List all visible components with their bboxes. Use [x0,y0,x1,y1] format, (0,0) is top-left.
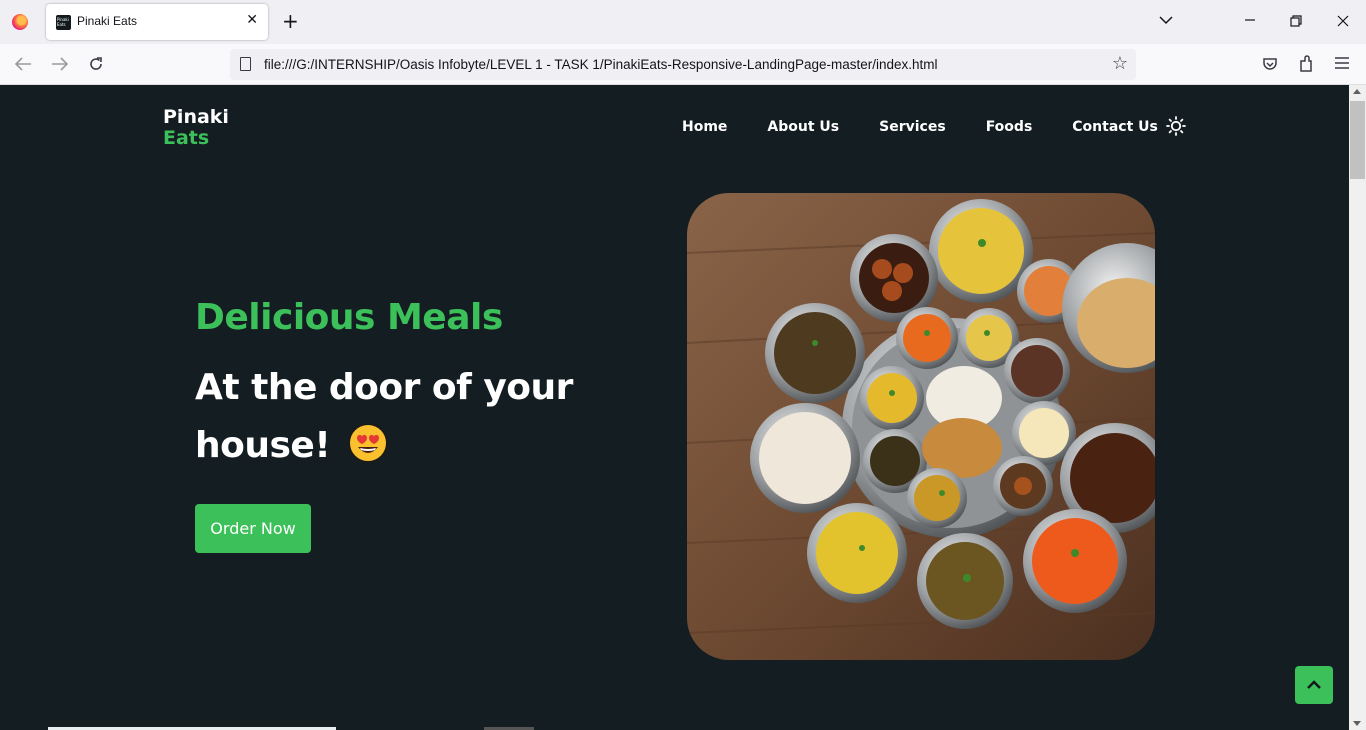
app-menu-icon[interactable] [1335,57,1349,69]
sun-icon[interactable] [1166,116,1186,136]
list-all-tabs-icon[interactable] [1158,12,1174,28]
close-tab-icon[interactable]: ✕ [246,12,258,28]
forward-arrow-icon[interactable] [51,56,69,72]
new-tab-button[interactable]: + [282,9,299,33]
url-bar[interactable]: file:///G:/INTERNSHIP/Oasis Infobyte/LEV… [230,49,1136,80]
nav-home[interactable]: Home [682,119,727,135]
logo-line-2: Eats [163,127,210,149]
page-icon [240,57,251,71]
restore-window-button[interactable] [1290,15,1302,27]
browser-nav-bar: file:///G:/INTERNSHIP/Oasis Infobyte/LEV… [0,44,1366,85]
nav-contact-us[interactable]: Contact Us [1072,119,1158,135]
scrollbar-thumb[interactable] [1350,101,1365,179]
nav-foods[interactable]: Foods [986,119,1033,135]
bookmark-star-icon[interactable]: ☆ [1112,53,1128,74]
scroll-down-arrow-icon[interactable] [1353,721,1361,726]
tab-title: Pinaki Eats [77,14,138,28]
extensions-icon[interactable] [1298,55,1314,73]
hero-food-image [687,193,1155,660]
chevron-up-icon [1307,679,1321,689]
site-favicon: Pinaki Eats [56,15,71,30]
logo-line-1: Pinaki [163,106,229,128]
page-scrollbar[interactable] [1349,85,1366,730]
order-now-button[interactable]: Order Now [195,504,311,553]
site-logo[interactable]: Pinaki Eats [163,107,229,149]
pocket-icon[interactable] [1262,56,1278,72]
heart-eyes-emoji-icon [348,423,389,463]
nav-services[interactable]: Services [879,119,946,135]
hero-title-block: At the door of your house! [195,359,575,475]
scroll-to-top-button[interactable] [1295,666,1333,704]
browser-tab-bar: Pinaki Eats Pinaki Eats ✕ + [0,0,1366,44]
landing-page: Pinaki Eats Home About Us Services Foods… [0,85,1349,730]
main-nav: Home About Us Services Foods Contact Us [682,119,1198,135]
reload-icon[interactable] [88,56,104,72]
minimize-window-button[interactable] [1244,14,1256,26]
close-window-button[interactable] [1337,15,1349,27]
browser-tab-active[interactable]: Pinaki Eats Pinaki Eats ✕ [46,4,268,40]
back-arrow-icon[interactable] [14,56,32,72]
hero-subtitle: Delicious Meals [195,297,503,338]
url-text[interactable]: file:///G:/INTERNSHIP/Oasis Infobyte/LEV… [264,57,938,72]
firefox-icon[interactable] [12,14,28,30]
scroll-up-arrow-icon[interactable] [1353,89,1361,94]
nav-about-us[interactable]: About Us [767,119,839,135]
